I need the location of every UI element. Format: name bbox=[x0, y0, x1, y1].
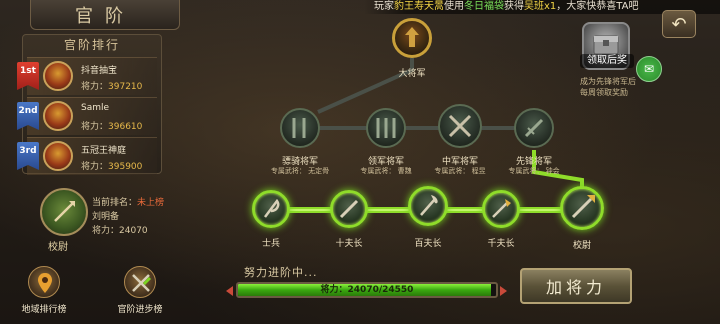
progress-text: 将力：24070/24550 bbox=[320, 285, 414, 295]
rank-label: 大将军 bbox=[398, 69, 426, 79]
power-progress-bar: 将力：24070/24550 bbox=[236, 282, 498, 298]
grand-general-emblem-icon bbox=[392, 18, 432, 58]
crossed-blades-emblem-icon bbox=[438, 104, 482, 148]
rank-label: 千夫长 bbox=[487, 239, 515, 249]
sickle-icon bbox=[252, 190, 290, 228]
rank-label: 百夫长 bbox=[414, 239, 442, 249]
triple-spear-emblem-icon bbox=[366, 108, 406, 148]
rank-label: 十夫长 bbox=[335, 239, 363, 249]
exclusive-hero: 专属武将： 曹魏 bbox=[360, 167, 412, 175]
sword-emblem-icon bbox=[514, 108, 554, 148]
halberd-icon bbox=[560, 186, 604, 230]
axe-icon bbox=[408, 186, 448, 226]
right-arrow-icon bbox=[500, 286, 507, 296]
add-power-button[interactable]: 加将力 bbox=[520, 268, 632, 304]
exclusive-hero: 专属武将： 钟会 bbox=[508, 167, 560, 175]
glaive-icon bbox=[482, 190, 520, 228]
sword-icon bbox=[330, 190, 368, 228]
rank-label: 士兵 bbox=[261, 239, 280, 249]
spear-emblem-icon bbox=[280, 108, 320, 148]
exclusive-hero: 专属武将： 程昱 bbox=[434, 167, 486, 175]
game-screen: 官阶 玩家豹王寿天暠使用冬日福袋获得吴班x1，大家快恭喜TA吧 ↶ 官阶排行 1… bbox=[0, 0, 720, 324]
left-arrow-icon bbox=[226, 286, 233, 296]
exclusive-hero: 专属武将： 无定骨 bbox=[270, 167, 330, 175]
rank-label: 校尉 bbox=[572, 241, 591, 251]
progress-title: 努力进阶中... bbox=[244, 266, 318, 279]
